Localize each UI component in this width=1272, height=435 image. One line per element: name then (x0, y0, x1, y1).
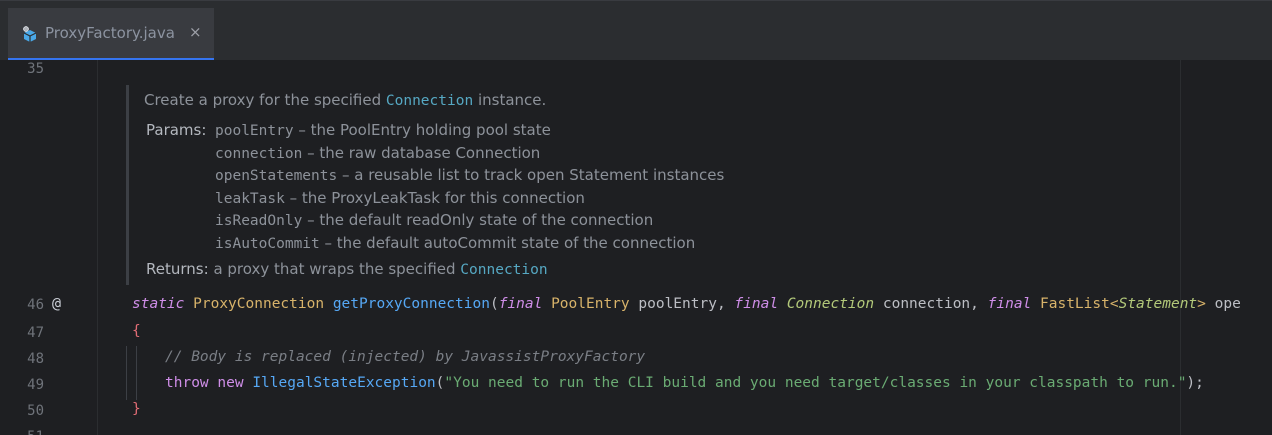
line-number: 35 (27, 61, 44, 77)
param-desc: – the ProxyLeakTask for this connection (284, 189, 585, 207)
doc-link-connection[interactable]: Connection (386, 93, 473, 109)
doc-comment-bar (126, 85, 129, 285)
param-name: isReadOnly (215, 213, 303, 229)
doc-param: connection – the raw database Connection (215, 144, 540, 162)
type-name: FastList (1040, 296, 1110, 312)
param-desc: – the raw database Connection (302, 144, 541, 162)
keyword: throw (165, 375, 209, 391)
line-number: 47 (27, 325, 44, 341)
gutter-divider (97, 60, 98, 435)
interface-name: Statement (1118, 296, 1198, 312)
code-line-49[interactable]: throw new IllegalStateException("You nee… (165, 375, 1204, 391)
doc-param: openStatements – a reusable list to trac… (215, 166, 724, 184)
tab-label: ProxyFactory.java (45, 24, 175, 42)
line-number: 50 (27, 403, 44, 419)
editor-tab-bar: ProxyFactory.java × (0, 0, 1272, 61)
param-name: poolEntry (215, 123, 294, 139)
doc-param: isAutoCommit – the default autoCommit st… (215, 234, 695, 252)
doc-param: isReadOnly – the default readOnly state … (215, 211, 653, 229)
doc-summary-pre: Create a proxy for the specified (144, 91, 386, 109)
generic-bracket: < (1109, 296, 1119, 312)
param-name: isAutoCommit (215, 236, 320, 252)
doc-returns-label: Returns: (146, 260, 209, 278)
indent-guide (136, 346, 137, 400)
line-number: 51 (0, 429, 44, 435)
keyword: static (132, 296, 185, 312)
keyword: final (498, 296, 543, 312)
param-text: ope (1205, 296, 1241, 312)
code-editor[interactable]: 35 46 @ 47 48 49 50 51 Create a proxy fo… (0, 60, 1272, 435)
param-text: poolEntry, (629, 296, 735, 312)
param-name: connection (215, 146, 303, 162)
ide-window: ProxyFactory.java × 35 46 @ 47 48 49 50 … (0, 0, 1272, 435)
code-line-46[interactable]: static ProxyConnection getProxyConnectio… (132, 296, 1241, 312)
param-desc: – the default autoCommit state of the co… (319, 234, 696, 252)
doc-summary: Create a proxy for the specified Connect… (144, 91, 546, 109)
interface-name: Connection (786, 296, 875, 312)
close-icon[interactable]: × (189, 23, 202, 41)
paren: ); (1186, 375, 1204, 391)
doc-link-connection[interactable]: Connection (460, 262, 547, 278)
doc-params-label: Params: (146, 121, 207, 139)
class-name: IllegalStateException (252, 375, 436, 391)
paren: ( (489, 296, 499, 312)
keyword: final (734, 296, 779, 312)
param-text: connection, (874, 296, 988, 312)
param-desc: – the PoolEntry holding pool state (293, 121, 551, 139)
doc-param: leakTask – the ProxyLeakTask for this co… (215, 189, 585, 207)
indent-guide (126, 346, 127, 400)
keyword: new (217, 375, 244, 391)
doc-returns: Returns: a proxy that wraps the specifie… (146, 260, 548, 278)
param-desc: – the default readOnly state of the conn… (302, 211, 654, 229)
string-literal: "You need to run the CLI build and you n… (444, 375, 1187, 391)
type-name: PoolEntry (551, 296, 630, 312)
param-name: leakTask (215, 191, 285, 207)
line-number: 48 (27, 351, 44, 367)
keyword: final (987, 296, 1032, 312)
code-line-48[interactable]: // Body is replaced (injected) by Javass… (165, 349, 645, 365)
override-marker-icon[interactable]: @ (52, 294, 61, 312)
java-class-icon (23, 26, 37, 42)
param-desc: – a reusable list to track open Statemen… (337, 166, 725, 184)
code-line-50[interactable]: } (132, 401, 141, 417)
doc-returns-pre: a proxy that wraps the specified (213, 260, 461, 278)
type-name: ProxyConnection (193, 296, 325, 312)
generic-bracket: > (1197, 296, 1206, 312)
doc-param: poolEntry – the PoolEntry holding pool s… (215, 121, 551, 139)
code-line-47[interactable]: { (132, 323, 141, 339)
param-name: openStatements (215, 168, 338, 184)
tab-proxyfactory-java[interactable]: ProxyFactory.java × (8, 8, 214, 61)
line-number: 46 (27, 297, 44, 313)
method-name: getProxyConnection (332, 296, 490, 312)
line-number: 49 (27, 377, 44, 393)
doc-summary-post: instance. (473, 91, 547, 109)
